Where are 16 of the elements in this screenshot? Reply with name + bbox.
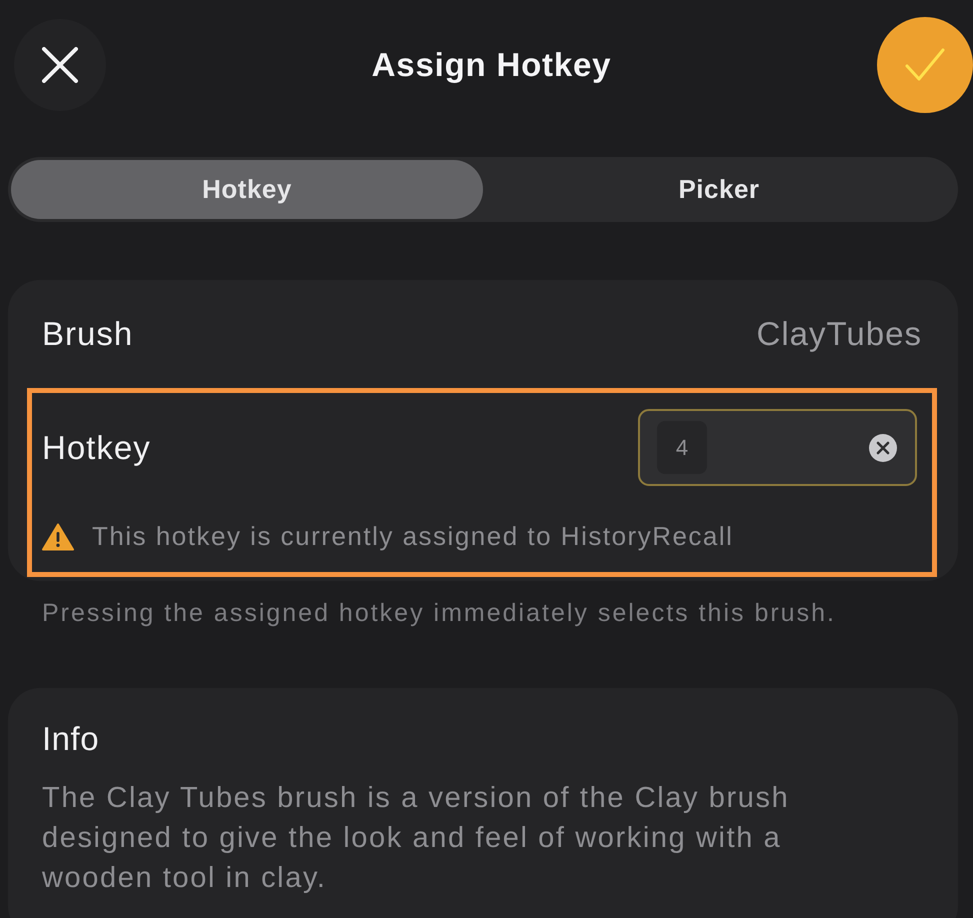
row-value: ClayTubes [756,314,922,354]
dialog-title: Assign Hotkey [372,45,612,85]
checkmark-icon [904,48,945,82]
info-title: Info [42,718,100,758]
clear-icon [869,434,897,462]
info-text: The Clay Tubes brush is a version of the Clay brush designed to give the look and feel of working with a wooden tool in clay. [42,781,790,896]
tab[interactable]: Hotkey [11,160,483,219]
footnote-text: Pressing the assigned hotkey immediately selects this brush. [42,598,837,629]
hotkey-field[interactable]: 4 [638,409,917,486]
close-icon [42,47,78,83]
warning-text: This hotkey is currently assigned to HistoryRecall [92,520,734,553]
tab[interactable]: Picker [483,160,955,219]
warning-icon [42,522,74,550]
key-chip: 4 [657,421,707,474]
row-label: Brush [42,314,134,354]
row-label: Hotkey [42,428,151,468]
